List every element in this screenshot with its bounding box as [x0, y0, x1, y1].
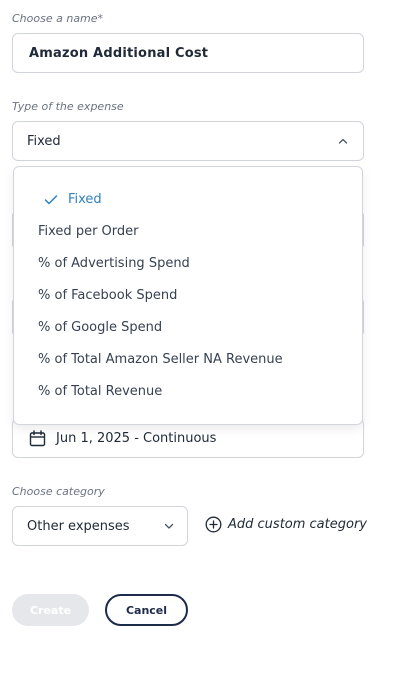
add-custom-category-button[interactable]: Add custom category — [205, 516, 367, 533]
create-button[interactable]: Create — [12, 594, 89, 626]
date-range-value: Jun 1, 2025 - Continuous — [56, 430, 217, 446]
option-amazon-seller-revenue[interactable]: % of Total Amazon Seller NA Revenue — [38, 352, 283, 367]
check-icon — [44, 194, 58, 206]
name-label: Choose a name* — [12, 12, 104, 25]
option-label: Fixed — [68, 192, 102, 207]
chevron-up-icon — [337, 135, 349, 151]
type-label: Type of the expense — [12, 100, 124, 113]
plus-circle-icon — [205, 516, 222, 533]
option-google-spend[interactable]: % of Google Spend — [38, 320, 162, 335]
option-fixed-per-order[interactable]: Fixed per Order — [38, 224, 139, 239]
option-facebook-spend[interactable]: % of Facebook Spend — [38, 288, 177, 303]
category-label: Choose category — [12, 485, 105, 498]
type-dropdown-menu: Fixed Fixed per Order % of Advertising S… — [13, 166, 363, 425]
name-input[interactable]: Amazon Additional Cost — [12, 33, 364, 73]
calendar-icon — [29, 429, 46, 447]
category-select[interactable]: Other expenses — [12, 506, 188, 546]
type-select-value: Fixed — [27, 133, 61, 149]
option-total-revenue[interactable]: % of Total Revenue — [38, 384, 162, 399]
cancel-button[interactable]: Cancel — [105, 594, 188, 626]
chevron-down-icon — [163, 520, 175, 536]
option-fixed[interactable]: Fixed — [44, 192, 102, 207]
option-advertising-spend[interactable]: % of Advertising Spend — [38, 256, 190, 271]
add-custom-category-label: Add custom category — [228, 517, 367, 532]
category-select-value: Other expenses — [27, 518, 130, 534]
type-select[interactable]: Fixed — [12, 121, 364, 161]
